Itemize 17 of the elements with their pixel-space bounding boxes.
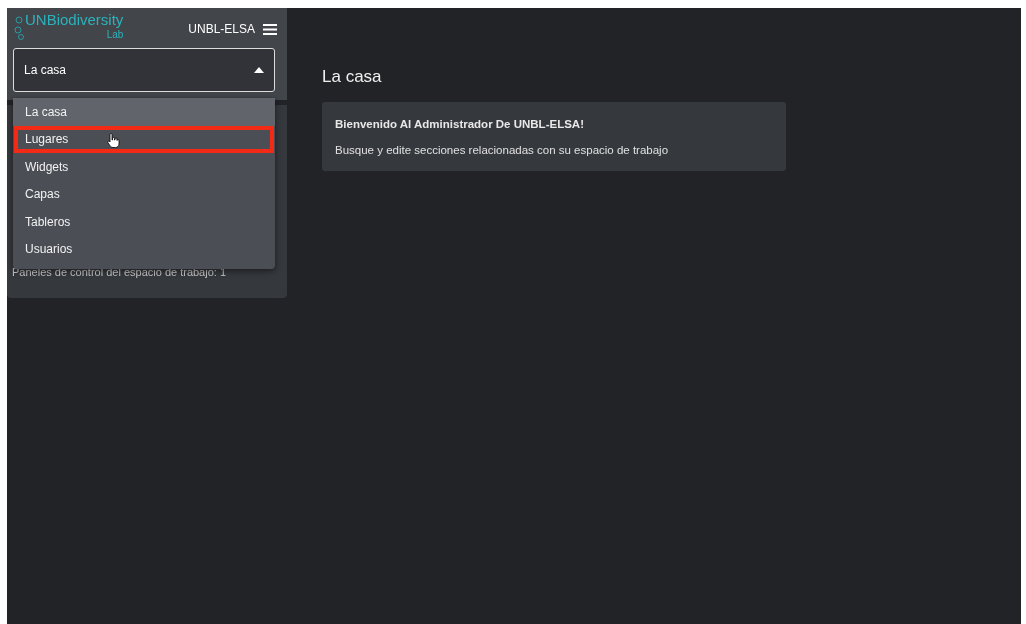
page-title: La casa xyxy=(322,66,383,88)
hand-cursor-icon xyxy=(107,132,120,148)
card-text: Busque y edite secciones relacionadas con su espacio de trabajo xyxy=(335,142,670,158)
menu-item[interactable]: Capas xyxy=(13,180,275,208)
brand-subtitle: Lab xyxy=(105,30,124,40)
brand-name: UNBiodiversity xyxy=(25,11,124,28)
menu-icon[interactable] xyxy=(263,23,277,35)
page-select[interactable]: La casa xyxy=(13,48,275,92)
workspace-name: UNBL-ELSA xyxy=(188,21,255,38)
menu-item[interactable]: La casa xyxy=(13,98,275,126)
menu-item[interactable]: Tableros xyxy=(13,208,275,236)
menu-item[interactable]: Lugares xyxy=(13,125,275,153)
logo[interactable]: UNBiodiversity Lab xyxy=(13,12,124,42)
caret-icon xyxy=(254,67,264,73)
menu-item[interactable]: Widgets xyxy=(13,153,275,181)
card-heading: Bienvenido Al Administrador De UNBL-ELSA! xyxy=(335,116,585,132)
menu-item[interactable]: Usuarios xyxy=(13,235,275,263)
